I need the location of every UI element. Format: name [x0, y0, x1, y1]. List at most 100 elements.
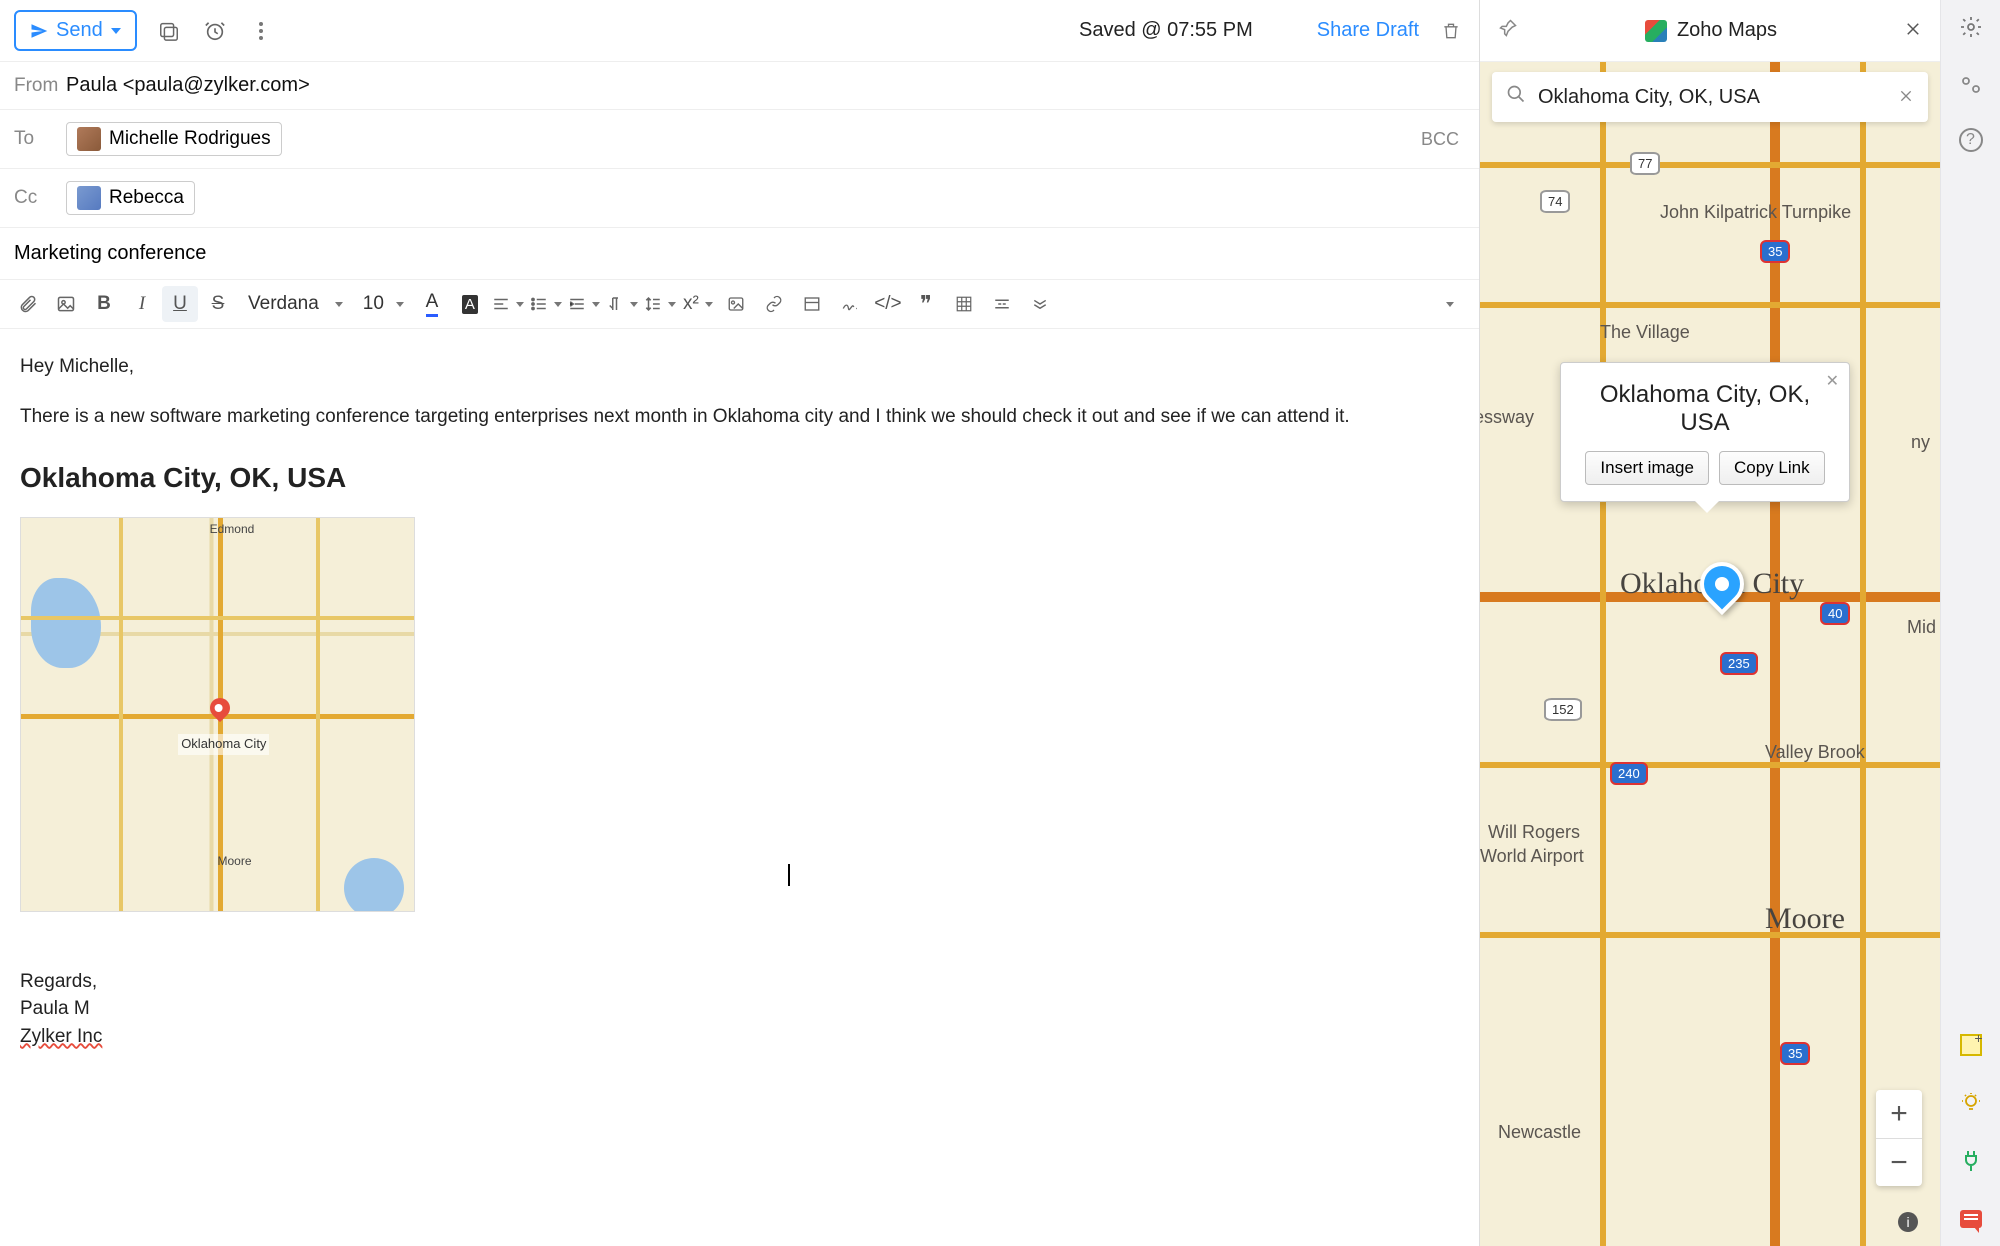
insert-image-button[interactable]: Insert image	[1585, 451, 1709, 485]
signature-button[interactable]	[832, 286, 868, 322]
body-paragraph: There is a new software marketing confer…	[20, 403, 1459, 431]
code-button[interactable]: </>	[870, 286, 906, 322]
superscript-button[interactable]: x²	[680, 286, 716, 322]
to-label: To	[14, 128, 66, 150]
bold-button[interactable]: B	[86, 286, 122, 322]
indent-button[interactable]	[566, 286, 602, 322]
insert-picture-button[interactable]	[718, 286, 754, 322]
subject-input[interactable]: Marketing conference	[0, 228, 1479, 280]
maps-panel-title: Zoho Maps	[1677, 19, 1777, 42]
gear-icon	[1959, 15, 1983, 39]
font-family-select[interactable]: Verdana	[238, 293, 353, 315]
settings-button[interactable]	[1956, 12, 1986, 42]
link-icon	[765, 295, 783, 313]
chevron-down-icon	[111, 28, 121, 34]
more-formatting-button[interactable]	[1022, 286, 1058, 322]
close-panel-button[interactable]	[1904, 18, 1922, 44]
quote-button[interactable]: ❞	[908, 286, 944, 322]
list-button[interactable]	[528, 286, 564, 322]
collapse-toolbar-button[interactable]	[1429, 286, 1465, 322]
hr-button[interactable]	[984, 286, 1020, 322]
insert-table-button[interactable]	[794, 286, 830, 322]
subject-value: Marketing conference	[14, 242, 206, 264]
quote-icon: ❞	[920, 291, 932, 317]
unpin-panel-button[interactable]	[1498, 18, 1518, 44]
connect-button[interactable]	[1956, 1146, 1986, 1176]
map-popup: ✕ Oklahoma City, OK, USA Insert image Co…	[1560, 362, 1850, 502]
more-options-button[interactable]	[247, 17, 275, 45]
maps-search-box[interactable]	[1492, 72, 1928, 122]
highlight-color-button[interactable]: A	[452, 286, 488, 322]
map-label: John Kilpatrick Turnpike	[1660, 202, 1851, 223]
send-button[interactable]: Send	[14, 10, 137, 51]
widgets-button[interactable]	[1956, 70, 1986, 100]
align-button[interactable]	[490, 286, 526, 322]
clear-search-button[interactable]	[1898, 84, 1914, 110]
ideas-button[interactable]	[1956, 1088, 1986, 1118]
zoom-out-button[interactable]: −	[1876, 1138, 1922, 1186]
sticky-note-icon	[1960, 1034, 1982, 1056]
zoom-in-button[interactable]: +	[1876, 1090, 1922, 1138]
font-color-button[interactable]: A	[414, 286, 450, 322]
underline-button[interactable]: U	[162, 286, 198, 322]
close-icon	[1898, 88, 1914, 104]
from-label: From	[14, 75, 66, 97]
share-draft-link[interactable]: Share Draft	[1317, 19, 1419, 42]
marker-pin-icon	[1691, 553, 1753, 615]
maps-search-input[interactable]	[1538, 86, 1898, 109]
insert-image-button[interactable]	[48, 286, 84, 322]
font-family-value: Verdana	[248, 293, 319, 315]
bcc-toggle[interactable]: BCC	[1421, 129, 1459, 150]
map-info-button[interactable]: i	[1898, 1212, 1918, 1232]
map-label-edmond: Edmond	[210, 521, 255, 538]
interstate-shield: 40	[1820, 602, 1850, 625]
email-body-editor[interactable]: Hey Michelle, There is a new software ma…	[0, 329, 1479, 1246]
saved-history-button[interactable]	[1271, 17, 1299, 45]
strikethrough-button[interactable]: S	[200, 286, 236, 322]
double-chevron-down-icon	[1031, 299, 1049, 309]
to-recipient-chip[interactable]: Michelle Rodrigues	[66, 122, 282, 156]
to-row[interactable]: To Michelle Rodrigues BCC	[0, 110, 1479, 169]
underline-icon: U	[173, 293, 187, 315]
list-icon	[530, 295, 548, 313]
compose-pane: Send Saved @ 07:55 PM Share Draft	[0, 0, 1480, 1246]
signature-line-1: Regards,	[20, 968, 1459, 996]
reminder-clock-icon[interactable]	[201, 17, 229, 45]
picture-icon	[727, 295, 745, 313]
map-marker[interactable]	[1700, 562, 1744, 606]
map-label: The Village	[1600, 322, 1690, 343]
help-button[interactable]: ?	[1959, 128, 1983, 152]
zoho-maps-panel: Zoho Maps Edmond	[1480, 0, 1940, 1246]
table-grid-button[interactable]	[946, 286, 982, 322]
map-canvas[interactable]: Edmond John Kilpatrick Turnpike The Vill…	[1480, 62, 1940, 1246]
email-signature: Regards, Paula M Zylker Inc	[20, 968, 1459, 1051]
highlight-icon: A	[462, 295, 478, 314]
cc-row[interactable]: Cc Rebecca	[0, 169, 1479, 228]
inserted-map-image[interactable]: Edmond Oklahoma City Moore	[20, 517, 415, 912]
insert-link-button[interactable]	[756, 286, 792, 322]
kebab-icon	[259, 22, 263, 40]
text-cursor	[788, 864, 790, 886]
cc-recipient-chip[interactable]: Rebecca	[66, 181, 195, 215]
from-value[interactable]: Paula <paula@zylker.com>	[66, 74, 310, 97]
chat-button[interactable]	[1956, 1204, 1986, 1234]
attachment-button[interactable]	[10, 286, 46, 322]
zoho-maps-logo-icon	[1645, 20, 1667, 42]
chevron-down-icon	[592, 302, 600, 307]
copy-link-button[interactable]: Copy Link	[1719, 451, 1825, 485]
font-color-icon: A	[426, 291, 439, 317]
line-height-button[interactable]	[642, 286, 678, 322]
sticky-note-button[interactable]	[1956, 1030, 1986, 1060]
font-size-select[interactable]: 10	[355, 293, 412, 315]
interstate-shield: 35	[1780, 1042, 1810, 1065]
italic-button[interactable]: I	[124, 286, 160, 322]
right-side-rail: ?	[1940, 0, 2000, 1246]
chevron-down-icon	[516, 302, 524, 307]
discard-draft-button[interactable]	[1437, 17, 1465, 45]
popup-close-button[interactable]: ✕	[1826, 371, 1839, 391]
compose-top-bar: Send Saved @ 07:55 PM Share Draft	[0, 0, 1479, 62]
direction-button[interactable]	[604, 286, 640, 322]
template-icon[interactable]	[155, 17, 183, 45]
route-shield: 74	[1540, 190, 1570, 213]
paperclip-icon	[18, 294, 38, 314]
